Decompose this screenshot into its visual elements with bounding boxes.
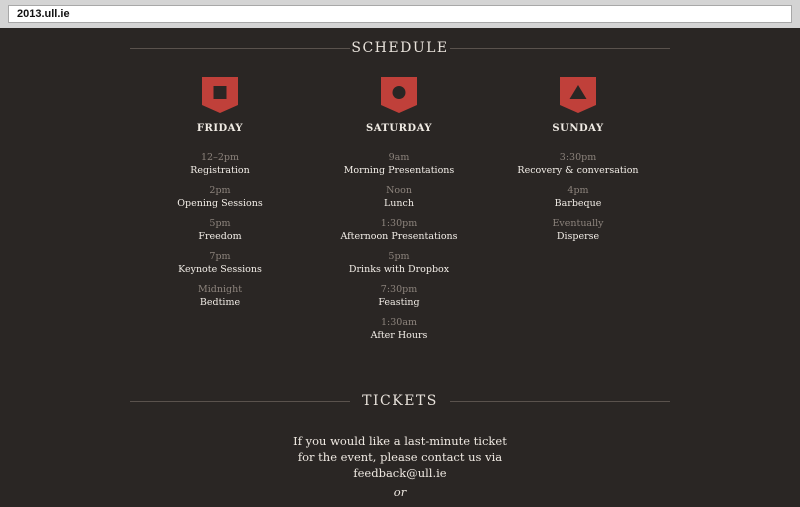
browser-bar: 2013.ull.ie bbox=[0, 0, 800, 28]
event-item: Noon Lunch bbox=[309, 185, 489, 218]
divider-right bbox=[450, 48, 670, 49]
day-name: SATURDAY bbox=[366, 123, 432, 134]
event-list: 12–2pm Registration 2pm Opening Sessions… bbox=[130, 152, 310, 317]
event-title: Recovery & conversation bbox=[517, 165, 639, 176]
event-time: 7pm bbox=[209, 251, 231, 262]
event-title: After Hours bbox=[370, 330, 428, 341]
event-item: Eventually Disperse bbox=[488, 218, 668, 251]
event-time: 5pm bbox=[209, 218, 231, 229]
day-column-saturday: SATURDAY 9am Morning Presentations Noon … bbox=[309, 76, 489, 350]
triangle-shield-icon bbox=[560, 77, 596, 113]
event-item: 9am Morning Presentations bbox=[309, 152, 489, 185]
event-time: 2pm bbox=[209, 185, 231, 196]
event-item: 4pm Barbeque bbox=[488, 185, 668, 218]
day-column-friday: FRIDAY 12–2pm Registration 2pm Opening S… bbox=[130, 76, 310, 317]
day-name: FRIDAY bbox=[196, 123, 244, 134]
event-item: 7pm Keynote Sessions bbox=[130, 251, 310, 284]
event-title: Opening Sessions bbox=[177, 198, 263, 209]
event-time: Midnight bbox=[197, 284, 243, 295]
event-item: 7:30pm Feasting bbox=[309, 284, 489, 317]
event-time: 12–2pm bbox=[201, 152, 239, 163]
circle-shield-icon bbox=[381, 77, 417, 113]
event-item: 5pm Drinks with Dropbox bbox=[309, 251, 489, 284]
event-item: 1:30am After Hours bbox=[309, 317, 489, 350]
tickets-line: for the event, please contact us via bbox=[297, 450, 503, 464]
event-title: Morning Presentations bbox=[343, 165, 455, 176]
event-title: Drinks with Dropbox bbox=[348, 264, 450, 275]
event-title: Registration bbox=[190, 165, 250, 176]
event-time: 3:30pm bbox=[559, 152, 597, 163]
event-time: Noon bbox=[386, 185, 412, 196]
event-item: 12–2pm Registration bbox=[130, 152, 310, 185]
event-time: 1:30am bbox=[380, 317, 417, 328]
event-item: 2pm Opening Sessions bbox=[130, 185, 310, 218]
schedule-header: SCHEDULE bbox=[130, 38, 670, 58]
divider-right bbox=[450, 401, 670, 402]
event-list: 3:30pm Recovery & conversation 4pm Barbe… bbox=[488, 152, 668, 251]
tickets-email-link[interactable]: feedback@ull.ie bbox=[250, 465, 550, 481]
event-title: Afternoon Presentations bbox=[340, 231, 458, 242]
tickets-header: TICKETS bbox=[130, 391, 670, 411]
event-time: Eventually bbox=[552, 218, 604, 229]
event-item: Midnight Bedtime bbox=[130, 284, 310, 317]
event-title: Freedom bbox=[198, 231, 242, 242]
event-time: 7:30pm bbox=[380, 284, 418, 295]
event-title: Lunch bbox=[384, 198, 414, 209]
event-list: 9am Morning Presentations Noon Lunch 1:3… bbox=[309, 152, 489, 350]
day-name: SUNDAY bbox=[552, 123, 604, 134]
event-title: Keynote Sessions bbox=[178, 264, 262, 275]
event-title: Feasting bbox=[378, 297, 420, 308]
address-bar[interactable]: 2013.ull.ie bbox=[8, 5, 792, 23]
event-time: 4pm bbox=[567, 185, 589, 196]
event-item: 3:30pm Recovery & conversation bbox=[488, 152, 668, 185]
page-content: SCHEDULE FRIDAY 12–2pm Registration 2pm … bbox=[0, 28, 800, 507]
event-time: 9am bbox=[388, 152, 410, 163]
event-item: 5pm Freedom bbox=[130, 218, 310, 251]
or-separator: or bbox=[393, 485, 407, 499]
event-time: 5pm bbox=[388, 251, 410, 262]
square-shield-icon bbox=[202, 77, 238, 113]
event-title: Disperse bbox=[556, 231, 600, 242]
event-title: Bedtime bbox=[199, 297, 241, 308]
day-column-sunday: SUNDAY 3:30pm Recovery & conversation 4p… bbox=[488, 76, 668, 251]
event-title: Barbeque bbox=[554, 198, 602, 209]
tickets-line: If you would like a last-minute ticket bbox=[293, 434, 507, 448]
event-time: 1:30pm bbox=[380, 218, 418, 229]
tickets-message: If you would like a last-minute ticket f… bbox=[250, 433, 550, 481]
event-item: 1:30pm Afternoon Presentations bbox=[309, 218, 489, 251]
